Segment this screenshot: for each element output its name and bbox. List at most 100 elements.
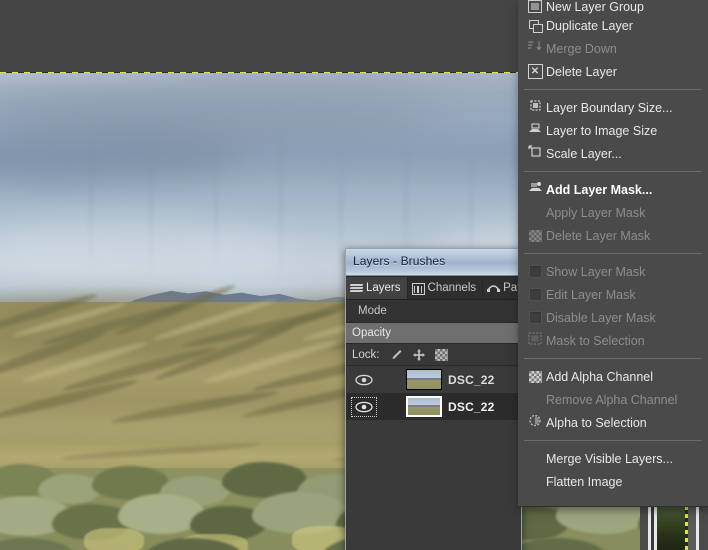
tab-channels[interactable]: Channels: [408, 277, 484, 299]
paths-icon: [487, 282, 501, 294]
menu-item-new-layer-group[interactable]: New Layer Group: [518, 0, 708, 14]
menu-item-layer-to-image-size[interactable]: Layer to Image Size: [518, 119, 708, 142]
menu-separator: [524, 440, 702, 441]
alpha-checker-icon: [528, 370, 542, 383]
menu-item-icon: [524, 414, 546, 432]
menu-item-icon: [524, 369, 546, 385]
layer-visibility-toggle[interactable]: [346, 393, 382, 420]
menu-item-icon: [524, 122, 546, 140]
layer-context-menu-items: New Layer Group Duplicate Layer Merge Down…: [518, 0, 708, 493]
layers-icon: [349, 282, 364, 294]
lock-label: Lock:: [352, 348, 380, 361]
layer-link-cell[interactable]: [382, 366, 406, 393]
menu-item-label: Remove Alpha Channel: [546, 392, 678, 407]
dock-tabstrip: Layers Channels Pat: [346, 277, 521, 300]
menu-item-icon: [524, 228, 546, 244]
tab-layers-label: Layers: [366, 282, 401, 294]
menu-item-label: Scale Layer...: [546, 146, 622, 161]
menu-item-flatten-image[interactable]: Flatten Image: [518, 470, 708, 493]
opacity-row[interactable]: Opacity: [346, 323, 521, 344]
channels-icon: [411, 282, 425, 295]
alpha-checker-icon[interactable]: [434, 348, 448, 361]
layer-visibility-toggle[interactable]: [346, 366, 382, 393]
menu-item-label: Edit Layer Mask: [546, 287, 636, 302]
dock-title: Layers - Brushes: [353, 254, 446, 268]
tab-paths[interactable]: Pat: [483, 277, 521, 299]
move-icon[interactable]: [412, 348, 426, 362]
layer-link-cell[interactable]: [382, 393, 406, 420]
background-window-edge: [640, 506, 708, 550]
eye-icon: [352, 371, 376, 389]
layer-name: DSC_22: [448, 372, 495, 387]
menu-item-icon: [524, 287, 546, 303]
layers-dock-window[interactable]: Layers - Brushes Layers Channels Pat Mod…: [345, 248, 522, 550]
layer-to-image-size-icon: [528, 122, 542, 140]
checkbox-icon[interactable]: [528, 288, 542, 301]
menu-item-icon: [524, 144, 546, 163]
layer-list[interactable]: DSC_22 DSC_22: [346, 366, 521, 550]
layer-row[interactable]: DSC_22: [346, 393, 521, 420]
layer-context-menu[interactable]: New Layer Group Duplicate Layer Merge Down…: [518, 0, 708, 507]
tab-channels-label: Channels: [427, 282, 477, 294]
dock-titlebar[interactable]: Layers - Brushes: [346, 249, 521, 276]
menu-item-icon: [524, 205, 546, 221]
layer-row[interactable]: DSC_22: [346, 366, 521, 393]
menu-item-add-layer-mask[interactable]: Add Layer Mask...: [518, 178, 708, 201]
menu-item-icon: [524, 474, 546, 490]
brush-icon[interactable]: [389, 348, 403, 362]
menu-item-label: Merge Down: [546, 41, 617, 56]
gimp-screen: Layers - Brushes Layers Channels Pat Mod…: [0, 0, 708, 550]
menu-item-label: Show Layer Mask: [546, 264, 646, 279]
menu-item-label: Disable Layer Mask: [546, 310, 656, 325]
lock-row: Lock:: [346, 344, 521, 366]
menu-item-mask-to-selection: Mask to Selection: [518, 329, 708, 352]
menu-item-label: Flatten Image: [546, 474, 623, 489]
mode-row[interactable]: Mode: [346, 300, 521, 323]
layer-thumbnail: [406, 369, 442, 390]
menu-item-icon: [524, 331, 546, 350]
menu-item-layer-boundary-size[interactable]: Layer Boundary Size...: [518, 96, 708, 119]
checkbox-icon[interactable]: [528, 265, 542, 278]
menu-item-label: Add Alpha Channel: [546, 369, 654, 384]
menu-separator: [524, 89, 702, 90]
menu-item-scale-layer[interactable]: Scale Layer...: [518, 142, 708, 165]
menu-separator: [524, 253, 702, 254]
menu-item-duplicate-layer[interactable]: Duplicate Layer: [518, 14, 708, 37]
menu-item-delete-layer[interactable]: ✕ Delete Layer: [518, 60, 708, 83]
scale-layer-icon: [528, 144, 542, 163]
menu-item-icon: [524, 392, 546, 408]
eye-icon: [351, 396, 377, 417]
dock-body: Layers Channels Pat Mode Opacity Lock: D…: [346, 276, 521, 550]
mask-to-selection-icon: [528, 331, 542, 350]
menu-item-label: Delete Layer Mask: [546, 228, 651, 243]
menu-item-icon: [524, 0, 546, 14]
menu-item-icon: [524, 99, 546, 116]
menu-item-edit-layer-mask: Edit Layer Mask: [518, 283, 708, 306]
layer-list-empty-area[interactable]: [346, 420, 521, 550]
menu-item-remove-alpha-channel: Remove Alpha Channel: [518, 388, 708, 411]
menu-item-merge-down: Merge Down: [518, 37, 708, 60]
checkbox-icon[interactable]: [528, 311, 542, 324]
alpha-to-selection-icon: [528, 414, 542, 432]
layer-name: DSC_22: [448, 399, 495, 414]
menu-item-icon: [524, 310, 546, 326]
menu-item-label: Apply Layer Mask: [546, 205, 646, 220]
menu-item-label: Delete Layer: [546, 64, 617, 79]
menu-item-icon: [524, 451, 546, 467]
menu-item-label: Layer Boundary Size...: [546, 100, 673, 115]
menu-item-label: Merge Visible Layers...: [546, 451, 673, 466]
menu-item-merge-visible-layers[interactable]: Merge Visible Layers...: [518, 447, 708, 470]
layer-thumbnail: [406, 396, 442, 417]
menu-item-disable-layer-mask: Disable Layer Mask: [518, 306, 708, 329]
menu-item-add-alpha-channel[interactable]: Add Alpha Channel: [518, 365, 708, 388]
mode-label: Mode: [358, 305, 387, 317]
menu-item-alpha-to-selection[interactable]: Alpha to Selection: [518, 411, 708, 434]
menu-item-delete-layer-mask: Delete Layer Mask: [518, 224, 708, 247]
duplicate-layer-icon: [528, 19, 543, 33]
tab-layers[interactable]: Layers: [346, 277, 408, 299]
opacity-label: Opacity: [352, 327, 391, 339]
merge-down-icon: [526, 40, 542, 58]
menu-item-label: Alpha to Selection: [546, 415, 647, 430]
menu-item-apply-layer-mask: Apply Layer Mask: [518, 201, 708, 224]
delete-layer-icon: ✕: [527, 64, 543, 79]
